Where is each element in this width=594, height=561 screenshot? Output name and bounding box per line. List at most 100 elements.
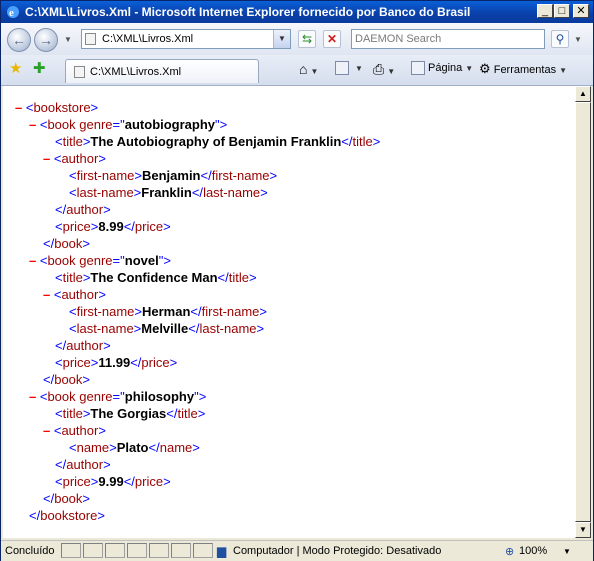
forward-arrow-icon: → — [39, 32, 53, 48]
page-menu-icon — [411, 61, 425, 75]
text-value: 11.99 — [98, 355, 131, 370]
text-value: Plato — [116, 440, 149, 455]
attr-value: novel — [124, 253, 159, 268]
xml-line: <first-name>Benjamin</first-name> — [69, 168, 278, 183]
address-input[interactable]: C:\XML\Livros.Xml — [102, 33, 193, 45]
status-panel — [105, 543, 125, 558]
favorites-star-icon[interactable]: ★ — [9, 61, 22, 77]
collapse-toggle[interactable]: – — [29, 253, 36, 268]
xml-line: <last-name>Franklin</last-name> — [69, 185, 268, 200]
xml-line: – <book genre="philosophy"> — [29, 389, 207, 404]
status-panel — [61, 543, 81, 558]
search-icon: ⚲ — [555, 32, 565, 46]
stop-icon: ✕ — [326, 32, 338, 46]
page-menu[interactable]: Página ▼ — [411, 61, 473, 75]
text-value: 8.99 — [98, 219, 124, 234]
address-toolbar: ← → ▼ C:\XML\Livros.Xml ▼ ⇆ ✕ DAEMON Sea… — [1, 23, 593, 55]
text-value: Benjamin — [141, 168, 201, 183]
home-icon: ⌂ — [299, 61, 308, 77]
vertical-scrollbar[interactable]: ▲ ▼ — [575, 86, 591, 538]
xml-line: <title>The Gorgias</title> — [55, 406, 206, 421]
back-button[interactable]: ← — [7, 28, 31, 52]
address-bar[interactable]: C:\XML\Livros.Xml ▼ — [81, 29, 291, 49]
add-favorite-icon[interactable]: ✚ — [33, 61, 46, 77]
forward-button[interactable]: → — [34, 28, 58, 52]
xml-line: </author> — [55, 457, 111, 472]
print-icon: ⎙ — [373, 61, 385, 77]
feeds-button[interactable]: ▼ — [335, 61, 363, 75]
scroll-up-icon[interactable]: ▲ — [575, 86, 591, 102]
xml-line: – <author> — [43, 423, 106, 438]
xml-line: </book> — [43, 236, 91, 251]
xml-line: <title>The Autobiography of Benjamin Fra… — [55, 134, 381, 149]
command-toolbar: ★ ✚ C:\XML\Livros.Xml ⌂ ▼ ▼ ⎙ ▼ Página ▼ ⚙ … — [1, 55, 593, 86]
collapse-toggle[interactable]: – — [43, 151, 50, 166]
status-text: Concluído — [5, 545, 55, 557]
tab-label: C:\XML\Livros.Xml — [90, 66, 182, 78]
xml-line: – <bookstore> — [15, 100, 99, 115]
window-title: C:\XML\Livros.Xml - Microsoft Internet E… — [25, 5, 471, 19]
zoom-icon: ⊕ — [505, 546, 515, 558]
collapse-toggle[interactable]: – — [43, 287, 50, 302]
browser-window: e C:\XML\Livros.Xml - Microsoft Internet… — [0, 0, 594, 561]
xml-line: <price>9.99</price> — [55, 474, 171, 489]
text-value: The Autobiography of Benjamin Franklin — [90, 134, 342, 149]
search-options-icon[interactable]: ▼ — [574, 35, 582, 44]
attr-value: philosophy — [124, 389, 195, 404]
text-value: Herman — [141, 304, 191, 319]
xml-line: </author> — [55, 202, 111, 217]
collapse-toggle[interactable]: – — [29, 389, 36, 404]
tools-menu[interactable]: ⚙ Ferramentas ▼ — [479, 61, 567, 77]
status-panel — [171, 543, 191, 558]
xml-line: <first-name>Herman</first-name> — [69, 304, 268, 319]
history-dropdown-icon[interactable]: ▼ — [64, 35, 72, 44]
scroll-thumb[interactable] — [575, 102, 591, 522]
search-button[interactable]: ⚲ — [551, 30, 569, 48]
minimize-button[interactable]: _ — [537, 4, 553, 18]
computer-zone-icon: ▆ — [217, 544, 227, 558]
tab-livros[interactable]: C:\XML\Livros.Xml — [65, 59, 259, 83]
tools-dropdown-icon: ▼ — [559, 66, 567, 75]
zoom-level[interactable]: 100% — [519, 545, 547, 557]
back-arrow-icon: ← — [12, 32, 26, 48]
collapse-toggle[interactable]: – — [29, 117, 36, 132]
scroll-down-icon[interactable]: ▼ — [575, 522, 591, 538]
text-value: 9.99 — [98, 474, 124, 489]
search-input[interactable]: DAEMON Search — [355, 33, 441, 45]
stop-button[interactable]: ✕ — [323, 30, 341, 48]
xml-line: <last-name>Melville</last-name> — [69, 321, 265, 336]
attr-value: autobiography — [124, 117, 216, 132]
tools-gear-icon: ⚙ — [479, 61, 491, 76]
collapse-toggle[interactable]: – — [15, 100, 22, 115]
status-panel — [127, 543, 147, 558]
title-bar: e C:\XML\Livros.Xml - Microsoft Internet… — [1, 1, 593, 23]
xml-line: – <book genre="autobiography"> — [29, 117, 228, 132]
tag-name: bookstore — [33, 100, 91, 115]
xml-line: <price>11.99</price> — [55, 355, 178, 370]
feeds-dropdown-icon: ▼ — [355, 63, 363, 73]
text-value: The Confidence Man — [90, 270, 218, 285]
maximize-button[interactable]: □ — [554, 4, 570, 18]
tools-menu-label: Ferramentas — [493, 64, 557, 76]
search-box[interactable]: DAEMON Search — [351, 29, 545, 49]
status-bar: Concluído ▆ Computador | Modo Protegido:… — [1, 540, 593, 561]
status-panel — [149, 543, 169, 558]
close-button[interactable]: ✕ — [573, 4, 589, 18]
collapse-toggle[interactable]: – — [43, 423, 50, 438]
xml-line: <title>The Confidence Man</title> — [55, 270, 257, 285]
xml-line: </book> — [43, 372, 91, 387]
print-button[interactable]: ⎙ ▼ — [373, 61, 395, 78]
address-dropdown-icon[interactable]: ▼ — [273, 30, 290, 48]
security-zone-text[interactable]: Computador | Modo Protegido: Desativado — [233, 545, 441, 557]
tab-page-icon — [74, 66, 85, 78]
refresh-icon: ⇆ — [301, 32, 313, 46]
xml-line: </author> — [55, 338, 111, 353]
home-button[interactable]: ⌂ ▼ — [299, 61, 318, 77]
ie-logo-icon: e — [7, 6, 19, 19]
text-value: Franklin — [141, 185, 192, 200]
page-icon — [85, 33, 96, 45]
text-value: Melville — [141, 321, 189, 336]
xml-line: – <author> — [43, 151, 106, 166]
zoom-dropdown-icon[interactable]: ▼ — [563, 547, 571, 556]
refresh-button[interactable]: ⇆ — [298, 30, 316, 48]
